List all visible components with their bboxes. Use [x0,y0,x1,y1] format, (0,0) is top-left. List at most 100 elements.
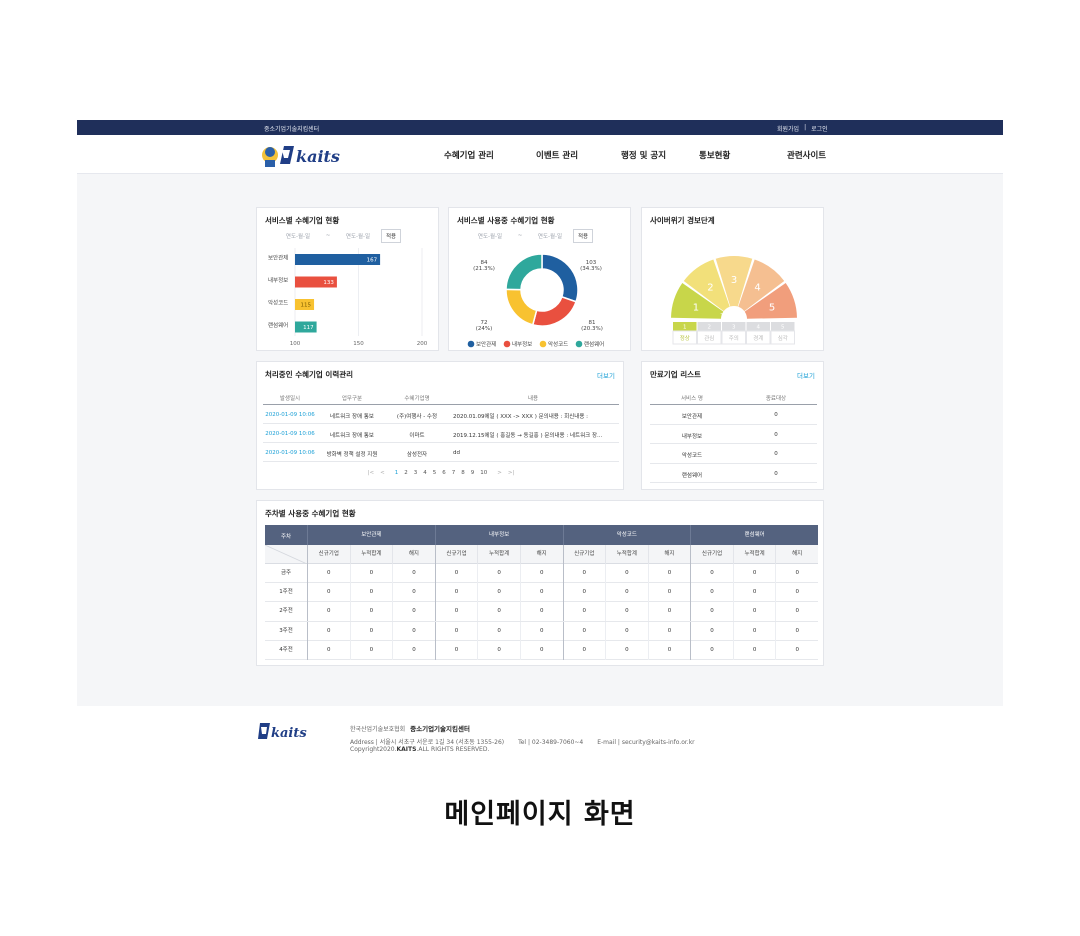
nav-event[interactable]: 이벤트 관리 [536,149,621,161]
gauge-level-number: 3 [731,275,737,286]
table-row: 1주전 0 0 0 0 0 0 0 0 0 0 0 0 [265,583,818,603]
donut-percent-label: (20.3%) [581,326,603,332]
ended-cell: 0 [774,412,778,418]
weekly-cell: 0 [775,640,818,660]
table-row[interactable]: 보안관제 0 [650,405,817,425]
weekly-cell: 0 [690,621,733,641]
join-link[interactable]: 회원가입 [777,124,799,133]
bar-value-label: 167 [367,258,378,264]
page-number[interactable]: 2 [404,470,408,476]
page-number[interactable]: 10 [480,470,487,476]
ended-more-link[interactable]: 더보기 [797,370,815,380]
service-chart-card: 서비스별 수혜기업 현황 연도-월-일 ~ 연도-월-일 적용 100 150 20… [256,207,439,351]
legend-label: 내부정보 [512,340,532,348]
weekly-cell: 0 [605,583,648,603]
page-number[interactable]: 5 [433,470,437,476]
donut-percent-label: (24%) [476,326,493,332]
weekly-cell: 0 [392,564,435,583]
history-cell: 2020.01.09에일 ( XXX -> XXX ) 문의내용 : 회신내용 … [453,414,589,420]
ended-table: 서비스 명 종료대상 보안관제 0 내부정보 0 악성코드 0 랜섬웨어 0 [650,389,817,483]
ended-cell: 0 [774,470,778,477]
page-number[interactable]: 4 [423,470,427,476]
weekly-cell: 0 [690,564,733,583]
week-header: 주차 [280,534,292,540]
weekly-cell: 0 [775,583,818,603]
weekly-cell: 0 [732,564,776,583]
x-tick-label: 200 [417,341,428,347]
weekly-cell: 0 [519,583,563,603]
weekly-cell: 0 [647,583,691,603]
table-row: 금주 0 0 0 0 0 0 0 0 0 0 0 0 [265,564,818,584]
weekly-cell: 0 [562,583,606,603]
next-page-button[interactable]: > [497,470,502,476]
level-name: 정상 [680,334,690,342]
page-number[interactable]: 9 [471,470,475,476]
history-more-link[interactable]: 더보기 [597,370,615,380]
level-box-number: 1 [683,325,687,331]
group-header: 랜섬웨어 [690,525,818,545]
legend-label: 랜섬웨어 [584,340,604,348]
nav-related-sites[interactable]: 관련사이트 [787,149,847,161]
nav-notify[interactable]: 통보현황 [699,149,787,161]
kaits-logo[interactable]: kaits [260,140,360,170]
weekly-cell: 0 [434,640,478,660]
table-row[interactable]: 2020-01-09 10:06 네트워크 장애 통보 (주)여행사 - 수정 202… [263,405,619,424]
ended-cell: 랜섬웨어 [681,472,703,479]
site-header: kaits 수혜기업 관리 이벤트 관리 행정 및 공지 통보현황 관련사이트 [77,135,1003,174]
footer-center: 중소기업기술지킴센터 [410,725,470,733]
table-row[interactable]: 내부정보 0 [650,425,817,444]
table-row[interactable]: 악성코드 0 [650,444,817,464]
legend-label: 악성코드 [548,340,568,348]
week-label: 4주전 [279,646,293,653]
weekly-cell: 0 [732,621,776,641]
week-label: 금주 [280,570,292,576]
date-from-input[interactable]: 연도-월-일 [467,232,513,240]
apply-button[interactable]: 적용 [573,229,594,243]
first-page-button[interactable]: |< [368,470,374,476]
table-row[interactable]: 랜섬웨어 0 [650,464,817,483]
sub-col-header: 해지 [519,545,563,564]
weekly-cell: 0 [690,602,733,622]
sub-col-header: 누적합계 [477,545,520,564]
weekly-cell: 0 [732,583,776,603]
donut-chart-card: 서비스별 사용중 수혜기업 현황 연도-월-일 ~ 연도-월-일 적용 103(… [448,207,631,351]
weekly-cell: 0 [392,621,435,641]
page-number[interactable]: 6 [442,470,446,476]
donut-slice [505,288,538,326]
history-cell: (주)여행사 - 수정 [396,414,438,420]
page-number[interactable]: 7 [452,470,456,476]
gauge-needle [720,313,732,320]
ended-cell: 0 [774,451,778,457]
alert-gauge: 123451정상2관심3주의4경계5심각 [671,256,797,345]
weekly-cell: 0 [647,640,691,660]
bar-category-label: 랜섬웨어 [268,321,288,329]
page-number[interactable]: 1 [395,470,399,476]
weekly-cell: 0 [477,602,520,622]
history-cell: 2019.12.15에일 ( 홍길동 → 동길홍 ) 문의내용 : 네트워크 장… [453,433,603,439]
weekly-cell: 0 [307,583,350,603]
cyber-alert-card: 사이버위기 경보단계 1 2 3 4 5 1 정상 2 관심 3 주의 4 경계 5 심각 [641,207,824,351]
date-to-input[interactable]: 연도-월-일 [335,232,381,240]
page-number[interactable]: 3 [414,470,418,476]
weekly-cell: 0 [307,640,350,660]
bar-category-label: 보안관제 [268,254,288,262]
service-date-range: 연도-월-일 ~ 연도-월-일 적용 [275,229,402,243]
last-page-button[interactable]: >| [508,470,514,476]
nav-beneficiary[interactable]: 수혜기업 관리 [444,149,536,161]
donut-slice [541,253,579,303]
weekly-cell: 0 [562,640,606,660]
bar-value-label: 115 [301,303,312,309]
date-from-input[interactable]: 연도-월-일 [275,232,321,240]
weekly-cell: 0 [477,621,520,641]
prev-page-button[interactable]: < [380,470,385,476]
nav-admin-notice[interactable]: 행정 및 공지 [621,149,699,161]
table-row[interactable]: 2020-01-09 10:06 방화벽 정책 설정 지원 삼성전자 dd [263,443,619,462]
weekly-cell: 0 [690,640,733,660]
login-link[interactable]: 로그인 [811,124,828,133]
apply-button[interactable]: 적용 [381,229,402,243]
bar-category-label: 악성코드 [268,299,288,307]
date-to-input[interactable]: 연도-월-일 [527,232,573,240]
weekly-cell: 0 [562,602,606,622]
table-row[interactable]: 2020-01-09 10:06 네트워크 장애 통보 이마트 2019.12.15에… [263,424,619,443]
page-number[interactable]: 8 [461,470,465,476]
